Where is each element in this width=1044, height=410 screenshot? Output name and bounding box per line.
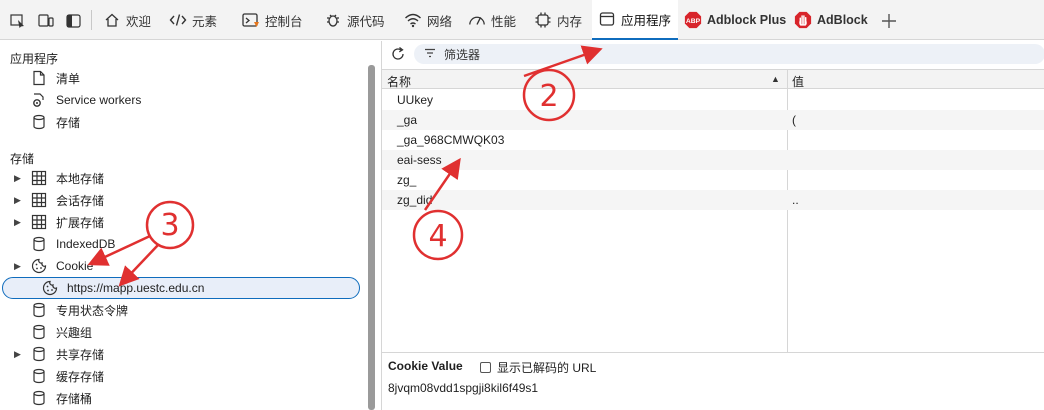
refresh-icon[interactable] (390, 46, 406, 62)
gear-icon (30, 92, 48, 108)
code-icon (169, 11, 187, 29)
application-sidebar: 应用程序 清单 Service workers 存储 存储 ▶ 本地存储 ▶ 会… (0, 41, 378, 410)
sidebar-item-service-workers[interactable]: Service workers (30, 89, 141, 111)
sidebar-item-interest-groups[interactable]: 兴趣组 (30, 321, 92, 343)
tab-sources[interactable]: 源代码 (324, 0, 392, 40)
dock-side-icon[interactable] (66, 14, 82, 28)
cookie-name: _ga (397, 113, 418, 127)
column-header-name[interactable]: 名称 (387, 73, 411, 90)
expand-arrow-icon[interactable]: ▶ (14, 217, 26, 228)
tab-elements[interactable]: 元素 (169, 0, 241, 40)
sidebar-item-extension-storage[interactable]: ▶ 扩展存储 (14, 211, 104, 233)
tab-console[interactable]: 控制台 (242, 0, 320, 40)
sidebar-item-cache-storage[interactable]: 缓存存储 (30, 365, 104, 387)
database-icon (30, 346, 48, 362)
cookie-table-header: 名称 ▲ 值 (382, 69, 1044, 89)
tab-application[interactable]: 应用程序 (592, 0, 678, 40)
panel-divider[interactable] (382, 352, 1044, 353)
tab-network[interactable]: 网络 (404, 0, 460, 40)
table-row[interactable]: zg_did .. (382, 190, 1044, 210)
sidebar-item-storage-overview[interactable]: 存储 (30, 111, 80, 133)
sidebar-item-cookies[interactable]: ▶ Cookie (14, 255, 93, 277)
cookie-value-label: Cookie Value (388, 359, 463, 373)
sidebar-item-session-storage[interactable]: ▶ 会话存储 (14, 189, 104, 211)
show-decoded-url-checkbox[interactable]: 显示已解码的 URL (480, 359, 596, 376)
section-heading-storage: 存储 (10, 152, 35, 166)
abp-badge-text: ABP (686, 18, 701, 25)
sidebar-item-local-storage[interactable]: ▶ 本地存储 (14, 167, 104, 189)
cookie-icon (41, 280, 59, 296)
cookie-name: UUkey (397, 93, 434, 107)
database-icon (30, 302, 48, 318)
cookie-value-text: 8jvqm08vdd1spgji8kil6f49s1 (388, 381, 539, 395)
sidebar-item-storage-buckets[interactable]: 存储桶 (30, 387, 92, 409)
console-icon (242, 11, 260, 29)
expand-arrow-icon[interactable]: ▶ (14, 349, 26, 360)
cookie-panel: 筛选器 名称 ▲ 值 UUkey _ga ( _ga_968CMWQK03 ea… (381, 41, 1044, 410)
filter-placeholder: 筛选器 (444, 47, 481, 62)
checkbox-box[interactable] (480, 362, 491, 373)
expand-arrow-icon[interactable]: ▶ (14, 261, 26, 272)
tab-performance[interactable]: 性能 (468, 0, 524, 40)
database-icon (30, 368, 48, 384)
device-toolbar-icon[interactable] (38, 14, 54, 28)
cookie-name: eai-sess (397, 153, 442, 167)
column-header-value[interactable]: 值 (792, 73, 804, 90)
cookie-value: .. (792, 193, 799, 207)
abp-icon: ABP (684, 11, 702, 29)
table-row[interactable]: zg_ (382, 170, 1044, 190)
tab-memory[interactable]: 内存 (534, 0, 584, 40)
cookie-value: ( (792, 113, 796, 127)
database-icon (30, 236, 48, 252)
tab-adblock[interactable]: AdBlock (794, 0, 868, 40)
sidebar-item-shared-storage[interactable]: ▶ 共享存储 (14, 343, 104, 365)
table-row[interactable]: _ga ( (382, 110, 1044, 130)
database-icon (30, 114, 48, 130)
filter-input[interactable]: 筛选器 (414, 44, 1044, 64)
database-icon (30, 390, 48, 406)
expand-arrow-icon[interactable]: ▶ (14, 173, 26, 184)
table-row[interactable]: UUkey (382, 90, 1044, 110)
sidebar-item-private-state-tokens[interactable]: 专用状态令牌 (30, 299, 128, 321)
devtools-tab-bar: 欢迎 元素 控制台 源代码 网络 性能 内存 应用程序 ABP Adblock … (0, 0, 1044, 40)
cookie-name: zg_did (397, 193, 433, 207)
database-icon (30, 324, 48, 340)
section-heading-application: 应用程序 (10, 52, 59, 66)
wifi-icon (404, 11, 422, 29)
bug-icon (324, 11, 342, 29)
tab-welcome[interactable]: 欢迎 (103, 0, 161, 40)
sidebar-item-cookie-origin[interactable]: https://mapp.uestc.edu.cn (2, 277, 360, 299)
tab-separator (91, 10, 92, 30)
gauge-icon (468, 11, 486, 29)
cookie-icon (30, 258, 48, 274)
table-row[interactable]: eai-sess (382, 150, 1044, 170)
cookie-name: _ga_968CMWQK03 (397, 133, 505, 147)
home-icon (103, 11, 121, 29)
grid-icon (30, 214, 48, 230)
cookie-toolbar: 筛选器 (382, 41, 1044, 67)
memory-chip-icon (534, 11, 552, 29)
cookie-name: zg_ (397, 173, 417, 187)
tab-adblock-plus[interactable]: ABP Adblock Plus (684, 0, 786, 40)
sidebar-item-indexeddb[interactable]: IndexedDB (30, 233, 115, 255)
inspect-element-icon[interactable] (10, 14, 26, 28)
grid-icon (30, 170, 48, 186)
table-row[interactable]: _ga_968CMWQK03 (382, 130, 1044, 150)
application-icon (598, 10, 616, 28)
expand-arrow-icon[interactable]: ▶ (14, 195, 26, 206)
grid-icon (30, 192, 48, 208)
sidebar-item-manifest[interactable]: 清单 (30, 67, 80, 89)
add-tab-plus-icon[interactable] (880, 12, 898, 30)
filter-icon (424, 47, 436, 61)
sidebar-scrollbar[interactable] (368, 65, 375, 410)
sort-ascending-icon[interactable]: ▲ (771, 74, 780, 84)
document-icon (30, 70, 48, 86)
adblock-hand-icon (794, 11, 812, 29)
